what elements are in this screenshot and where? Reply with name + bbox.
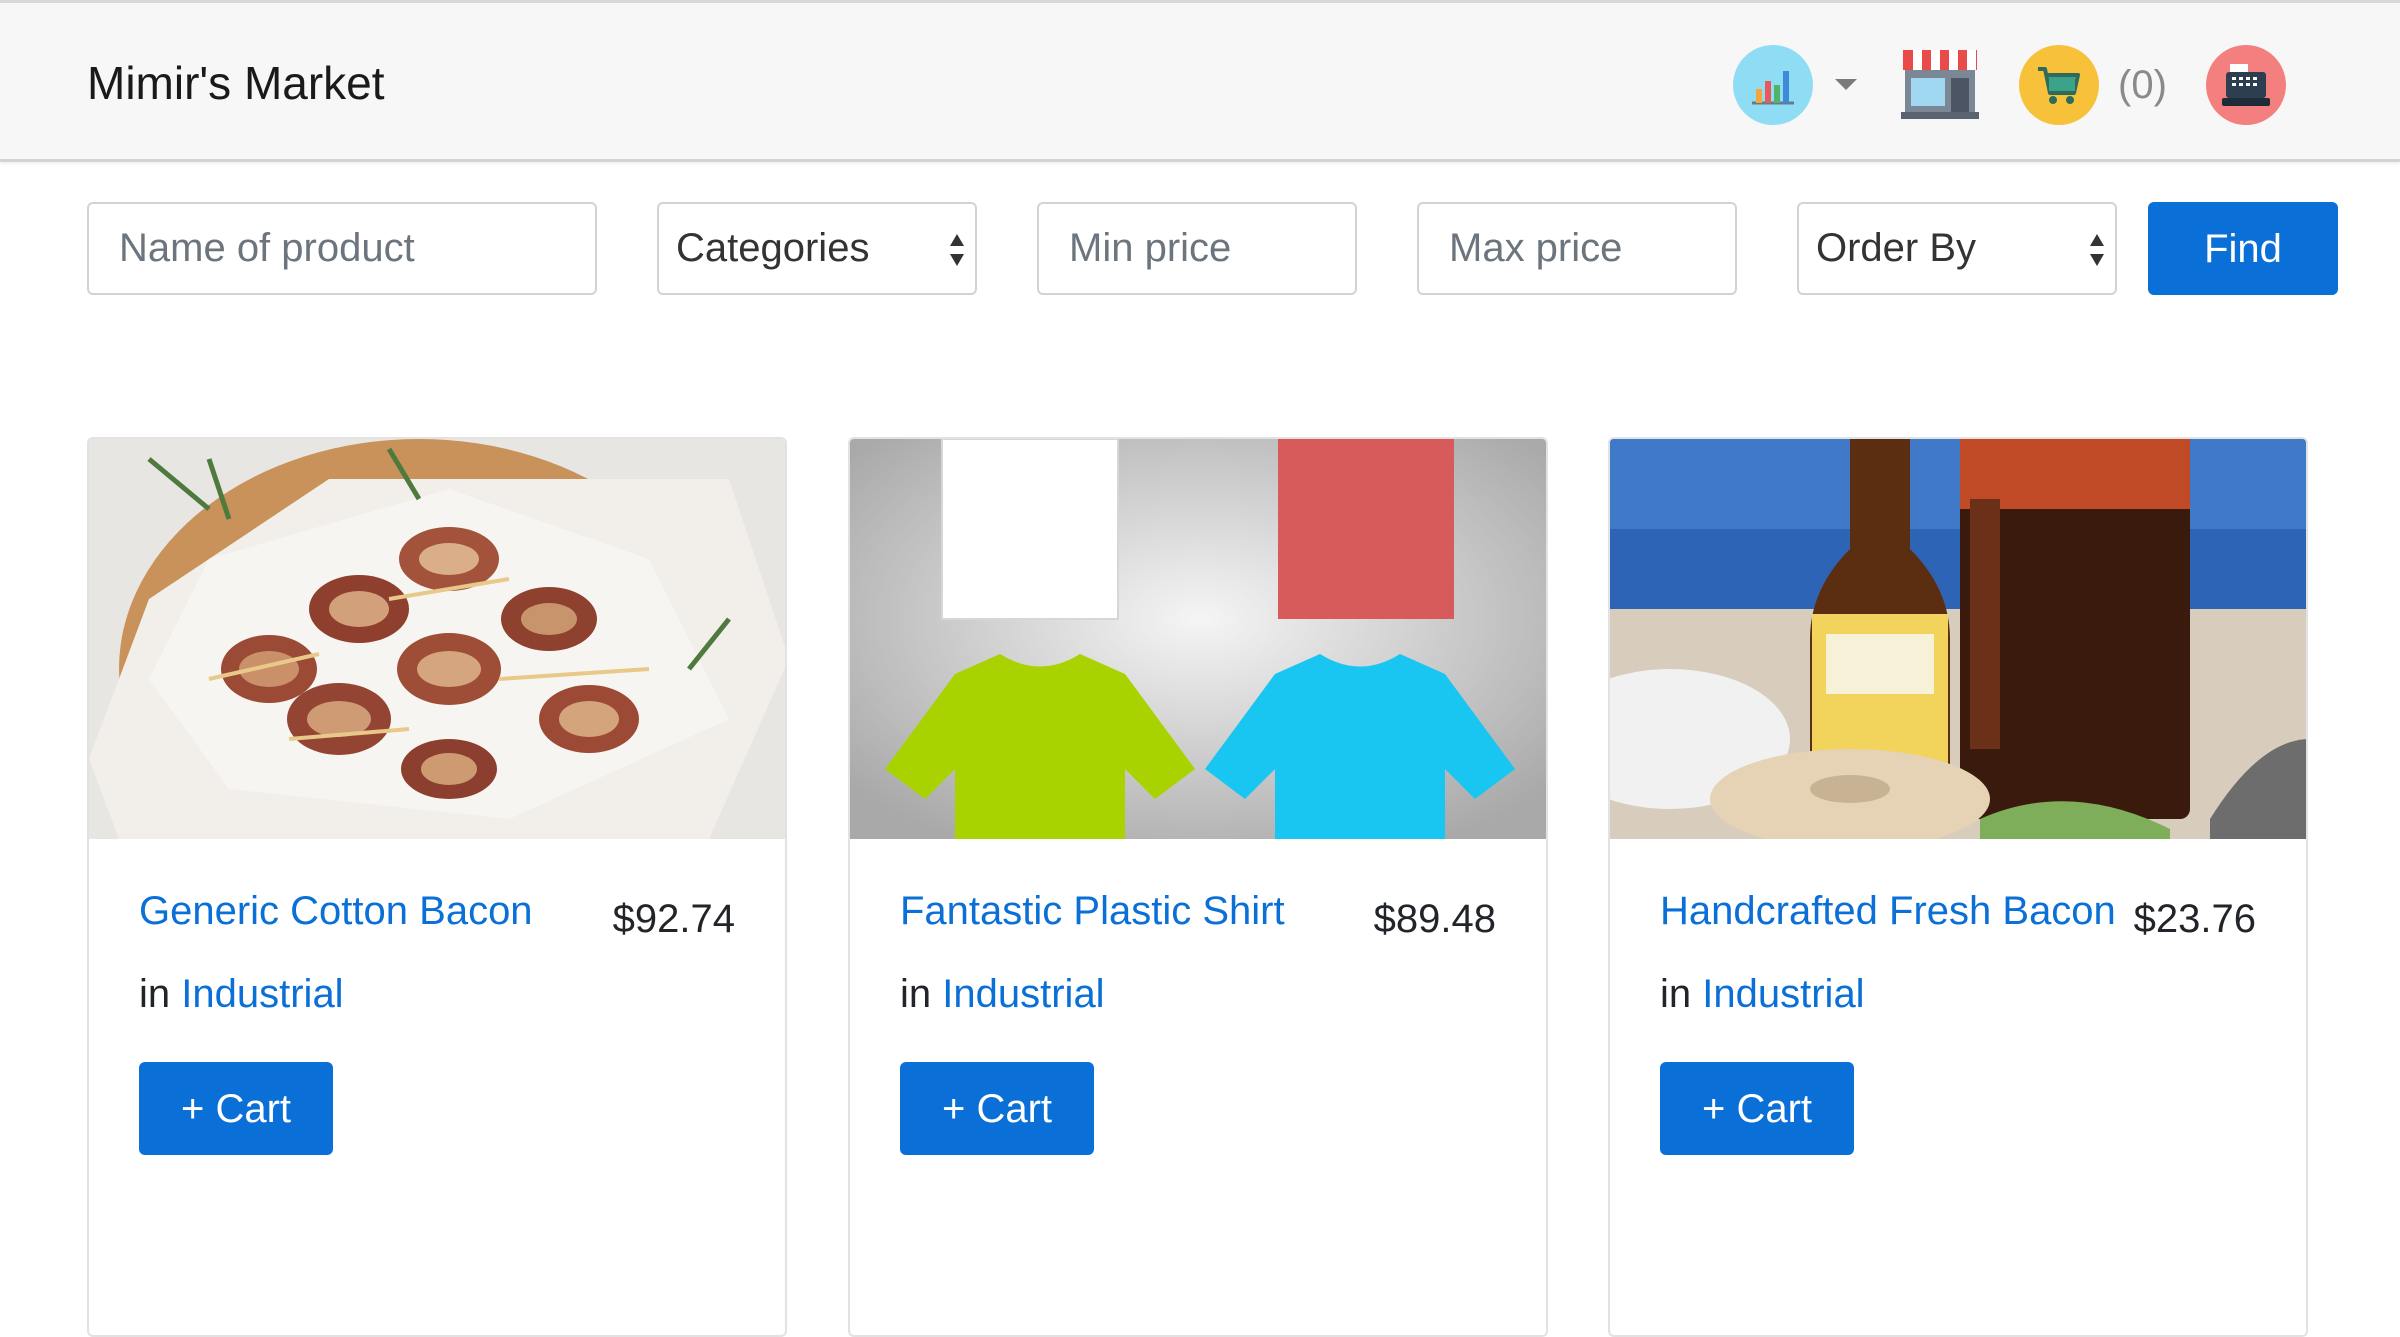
category-prefix: in <box>1660 972 1692 1016</box>
cash-register-icon[interactable] <box>2206 45 2286 125</box>
order-by-select-label: Order By <box>1816 226 1977 270</box>
product-category-line: in Industrial <box>1660 969 1865 1019</box>
categories-select[interactable]: Categories <box>657 202 977 295</box>
tshirts-image[interactable] <box>850 439 1546 839</box>
product-card: Generic Cotton Bacon $92.74 in Industria… <box>87 437 787 1337</box>
brand-title[interactable]: Mimir's Market <box>87 55 385 111</box>
select-arrows-icon <box>950 234 964 266</box>
product-price: $89.48 <box>1373 897 1496 941</box>
product-category-line: in Industrial <box>139 969 344 1019</box>
caret-down-icon[interactable] <box>1835 79 1857 90</box>
add-to-cart-button[interactable]: + Cart <box>900 1062 1094 1155</box>
storefront-icon[interactable] <box>1899 43 1981 123</box>
category-prefix: in <box>900 972 932 1016</box>
product-card: Handcrafted Fresh Bacon $23.76 in Indust… <box>1608 437 2308 1337</box>
analytics-icon[interactable] <box>1733 45 1813 125</box>
add-to-cart-button[interactable]: + Cart <box>1660 1062 1854 1155</box>
product-title[interactable]: Fantastic Plastic Shirt <box>900 886 1285 936</box>
min-price-input[interactable] <box>1037 202 1357 295</box>
product-category-line: in Industrial <box>900 969 1105 1019</box>
product-price: $92.74 <box>612 897 735 941</box>
shopping-cart-icon[interactable] <box>2019 45 2099 125</box>
category-link[interactable]: Industrial <box>942 972 1104 1016</box>
category-prefix: in <box>139 972 171 1016</box>
find-button[interactable]: Find <box>2148 202 2338 295</box>
max-price-input[interactable] <box>1417 202 1737 295</box>
product-name-input[interactable] <box>87 202 597 295</box>
order-by-select[interactable]: Order By <box>1797 202 2117 295</box>
product-title[interactable]: Generic Cotton Bacon <box>139 886 533 936</box>
select-arrows-icon <box>2090 234 2104 266</box>
product-card: Fantastic Plastic Shirt $89.48 in Indust… <box>848 437 1548 1337</box>
categories-select-label: Categories <box>676 226 870 270</box>
category-link[interactable]: Industrial <box>181 972 343 1016</box>
category-link[interactable]: Industrial <box>1702 972 1864 1016</box>
add-to-cart-button[interactable]: + Cart <box>139 1062 333 1155</box>
product-title[interactable]: Handcrafted Fresh Bacon <box>1660 886 2116 936</box>
cart-count: (0) <box>2118 63 2167 107</box>
navbar: Mimir's Market (0) <box>0 0 2400 162</box>
beer-and-bagel-image[interactable] <box>1610 439 2306 839</box>
bacon-skewers-image[interactable] <box>89 439 785 839</box>
product-price: $23.76 <box>2133 897 2256 941</box>
